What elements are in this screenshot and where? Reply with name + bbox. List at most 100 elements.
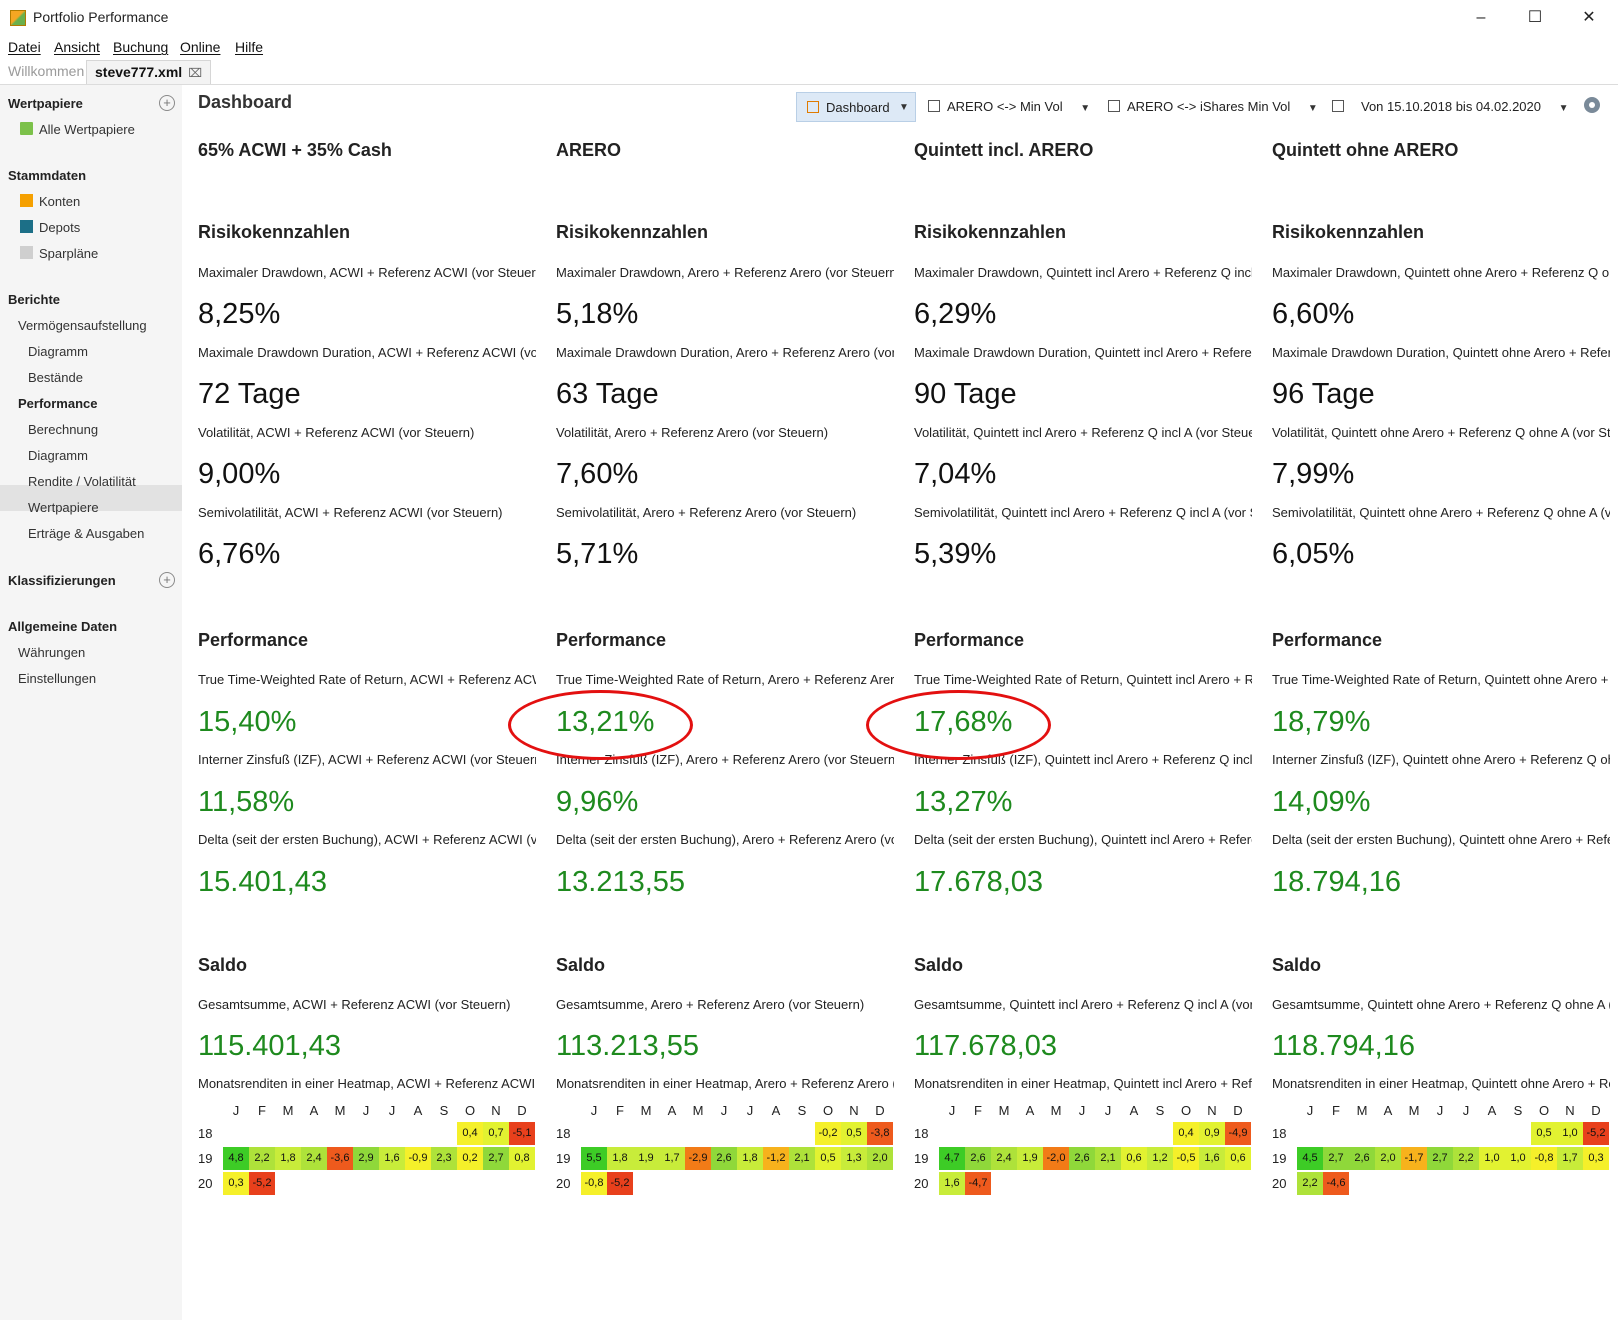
heatmap-cell: 2,6 — [711, 1147, 737, 1170]
metric-value: 113.213,55 — [556, 1030, 699, 1062]
metric-value: 6,29% — [914, 298, 997, 330]
metric-value: 8,25% — [198, 298, 281, 330]
tab-steve777[interactable]: steve777.xml ⌧ — [86, 60, 212, 84]
heatmap-cell: -4,6 — [1323, 1172, 1349, 1195]
heatmap-year-label: 19 — [556, 1151, 571, 1166]
sidebar-item-waehrungen[interactable]: Währungen — [18, 645, 85, 660]
window-title: Portfolio Performance — [33, 9, 169, 25]
heatmap-cell: -5,2 — [607, 1172, 633, 1195]
add-security-icon[interactable]: + — [159, 95, 175, 111]
minimize-icon[interactable]: – — [1458, 4, 1504, 32]
metric-value: 13,27% — [914, 786, 1013, 818]
heatmap-cell: 0,6 — [1121, 1147, 1147, 1170]
section-heading-performance: Performance — [556, 630, 667, 650]
heatmap-cell: 1,3 — [841, 1147, 867, 1170]
sidebar-heading-berichte: Berichte — [8, 292, 61, 307]
sidebar-item-performance-diagramm[interactable]: Diagramm — [28, 448, 88, 463]
heatmap-month-header: M — [282, 1103, 294, 1118]
metric-value: 6,60% — [1272, 298, 1355, 330]
menu-ansicht[interactable]: Ansicht — [54, 39, 100, 55]
sidebar-item-vermoegensaufstellung[interactable]: Vermögensaufstellung — [18, 318, 147, 333]
section-heading-risikokennzahlen: Risikokennzahlen — [1272, 222, 1425, 242]
heatmap-cell: 4,8 — [223, 1147, 249, 1170]
heatmap-year-label: 18 — [198, 1126, 213, 1141]
heatmap-cell: -2,9 — [685, 1147, 711, 1170]
heatmap-month-header: J — [362, 1103, 370, 1118]
heatmap-cell: -0,8 — [1531, 1147, 1557, 1170]
app-logo-icon — [10, 10, 26, 26]
heatmap-cell: 2,0 — [867, 1147, 893, 1170]
heatmap-month-header: N — [1565, 1103, 1575, 1118]
metric-value: 18,79% — [1272, 706, 1371, 738]
sidebar-item-wertpapiere[interactable]: Wertpapiere — [28, 500, 99, 515]
menu-buchung[interactable]: Buchung — [113, 39, 168, 55]
heatmap-cell: -0,2 — [815, 1122, 841, 1145]
maximize-icon[interactable]: ☐ — [1512, 4, 1558, 32]
menu-bar: Datei Ansicht Buchung Online Hilfe — [0, 36, 1618, 60]
sidebar-navigation: Wertpapiere + Alle Wertpapiere Stammdate… — [0, 85, 182, 1320]
menu-datei[interactable]: Datei — [8, 39, 41, 55]
heatmap-month-header: A — [413, 1103, 423, 1118]
metric-label: Interner Zinsfuß (IZF), ACWI + Referenz … — [198, 752, 536, 767]
menu-hilfe[interactable]: Hilfe — [235, 39, 263, 55]
heatmap-cell: 0,8 — [509, 1147, 535, 1170]
heatmap-month-header: A — [667, 1103, 677, 1118]
metric-label: Delta (seit der ersten Buchung), ACWI + … — [198, 832, 536, 847]
sidebar-item-depots[interactable]: Depots — [39, 220, 80, 235]
sidebar-item-diagramm[interactable]: Diagramm — [28, 344, 88, 359]
sidebar-item-sparplaene[interactable]: Sparpläne — [39, 246, 98, 261]
heatmap-month-header: S — [439, 1103, 449, 1118]
metric-label: Volatilität, Quintett incl Arero + Refer… — [914, 425, 1252, 440]
heatmap-year-label: 18 — [556, 1126, 571, 1141]
heatmap-cell: -3,6 — [327, 1147, 353, 1170]
sidebar-item-rendite-volatilitaet[interactable]: Rendite / Volatilität — [28, 474, 136, 489]
tab-close-icon[interactable]: ⌧ — [188, 66, 202, 80]
metric-value: 5,39% — [914, 538, 997, 570]
add-classification-icon[interactable]: + — [159, 572, 175, 588]
sidebar-item-bestaende[interactable]: Bestände — [28, 370, 83, 385]
heatmap-cell: -5,2 — [249, 1172, 275, 1195]
heatmap-cell: 0,6 — [1225, 1147, 1251, 1170]
heatmap-cell: 1,0 — [1479, 1147, 1505, 1170]
heatmap-cell: 0,4 — [1173, 1122, 1199, 1145]
menu-online[interactable]: Online — [180, 39, 220, 55]
sidebar-item-einstellungen[interactable]: Einstellungen — [18, 671, 96, 686]
heatmap-cell: 2,6 — [1069, 1147, 1095, 1170]
metric-label: Volatilität, Quintett ohne Arero + Refer… — [1272, 425, 1610, 440]
metric-value: 9,00% — [198, 458, 281, 490]
metric-value: 117.678,03 — [914, 1030, 1057, 1062]
metric-value: 72 Tage — [198, 378, 301, 410]
sidebar-item-berechnung[interactable]: Berechnung — [28, 422, 98, 437]
heatmap-month-header: A — [309, 1103, 319, 1118]
heatmap-year-label: 20 — [914, 1176, 929, 1191]
heatmap-month-header: D — [1591, 1103, 1601, 1118]
heatmap-month-header: F — [1332, 1103, 1340, 1118]
sidebar-item-ertraege[interactable]: Erträge & Ausgaben — [28, 526, 144, 541]
metric-value: 63 Tage — [556, 378, 659, 410]
heatmap-month-header: F — [616, 1103, 624, 1118]
close-icon[interactable]: ✕ — [1566, 4, 1612, 32]
heatmap-year-label: 19 — [198, 1151, 213, 1166]
metric-label: Gesamtsumme, ACWI + Referenz ACWI (vor S… — [198, 997, 511, 1012]
heatmap-cell: 1,2 — [1147, 1147, 1173, 1170]
heatmap-month-header: J — [720, 1103, 728, 1118]
heatmap-month-header: J — [1104, 1103, 1112, 1118]
heatmap-month-header: D — [875, 1103, 885, 1118]
heatmap-month-header: J — [1462, 1103, 1470, 1118]
column-title: Quintett ohne ARERO — [1272, 140, 1459, 160]
metric-value: 13.213,55 — [556, 866, 686, 898]
heatmap-cell: 1,8 — [737, 1147, 763, 1170]
heatmap-cell: 0,4 — [457, 1122, 483, 1145]
sidebar-item-performance[interactable]: Performance — [18, 396, 97, 411]
tab-willkommen[interactable]: Willkommen — [0, 60, 92, 83]
heatmap-cell: 1,0 — [1557, 1122, 1583, 1145]
sidebar-heading-wertpapiere: Wertpapiere — [8, 96, 83, 111]
savings-plan-icon — [20, 246, 33, 259]
metric-label: True Time-Weighted Rate of Return, ACWI … — [198, 672, 536, 687]
heatmap-month-header: O — [1180, 1103, 1192, 1118]
sidebar-item-alle-wertpapiere[interactable]: Alle Wertpapiere — [39, 122, 135, 137]
metric-label: Maximaler Drawdown, Quintett incl Arero … — [914, 265, 1252, 280]
section-heading-saldo: Saldo — [556, 955, 606, 975]
heatmap-month-header: S — [797, 1103, 807, 1118]
sidebar-item-konten[interactable]: Konten — [39, 194, 80, 209]
